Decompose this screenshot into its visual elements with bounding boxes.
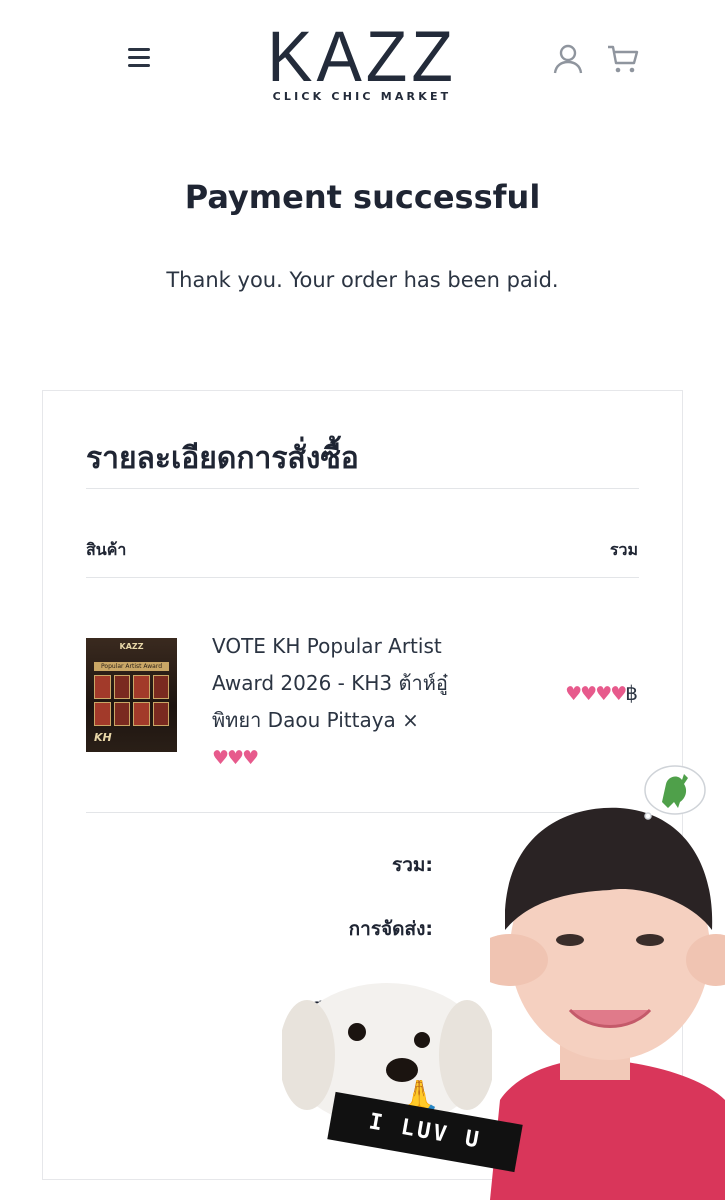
site-header: KAZZ CLICK CHIC MARKET: [0, 0, 725, 120]
thumbnail-artist-grid: [94, 675, 169, 726]
user-icon[interactable]: [553, 44, 583, 74]
product-name[interactable]: VOTE KH Popular Artist Award 2026 - KH3 …: [212, 628, 482, 777]
quantity-masked: ♥♥♥: [212, 747, 259, 769]
order-details-heading: รายละเอียดการสั่งซื้อ: [86, 441, 359, 476]
divider: [86, 577, 639, 578]
order-details-card: รายละเอียดการสั่งซื้อ สินค้า รวม KAZZ Po…: [42, 390, 683, 1180]
column-header-product: สินค้า: [86, 540, 127, 559]
thumbnail-brand: KH: [94, 731, 112, 744]
currency-symbol: ฿: [625, 681, 638, 705]
product-thumbnail[interactable]: KAZZ Popular Artist Award KH: [86, 638, 177, 752]
site-logo[interactable]: KAZZ CLICK CHIC MARKET: [262, 17, 462, 103]
subtotal-label: รวม:: [392, 854, 433, 876]
hamburger-menu-icon[interactable]: [128, 48, 152, 70]
shipping-label: การจัดส่ง:: [348, 918, 433, 940]
page-title: Payment successful: [184, 178, 541, 216]
payment-method-label: วิธี: [300, 1000, 323, 1022]
thumbnail-logo: KAZZ: [119, 642, 144, 651]
column-header-total: รวม: [609, 540, 638, 559]
thumbnail-award-label: Popular Artist Award: [94, 662, 169, 671]
divider: [86, 488, 639, 489]
logo-wordmark: KAZZ: [267, 17, 457, 97]
cart-icon[interactable]: [607, 44, 639, 74]
divider: [86, 812, 639, 813]
price-masked: ♥♥♥♥: [565, 683, 627, 705]
status-message: Thank you. Your order has been paid.: [166, 268, 559, 292]
quantity-prefix: ×: [402, 708, 419, 732]
grand-total-label: รวมทั้ง: [327, 1098, 383, 1120]
line-total: ♥♥♥♥฿: [565, 681, 638, 705]
